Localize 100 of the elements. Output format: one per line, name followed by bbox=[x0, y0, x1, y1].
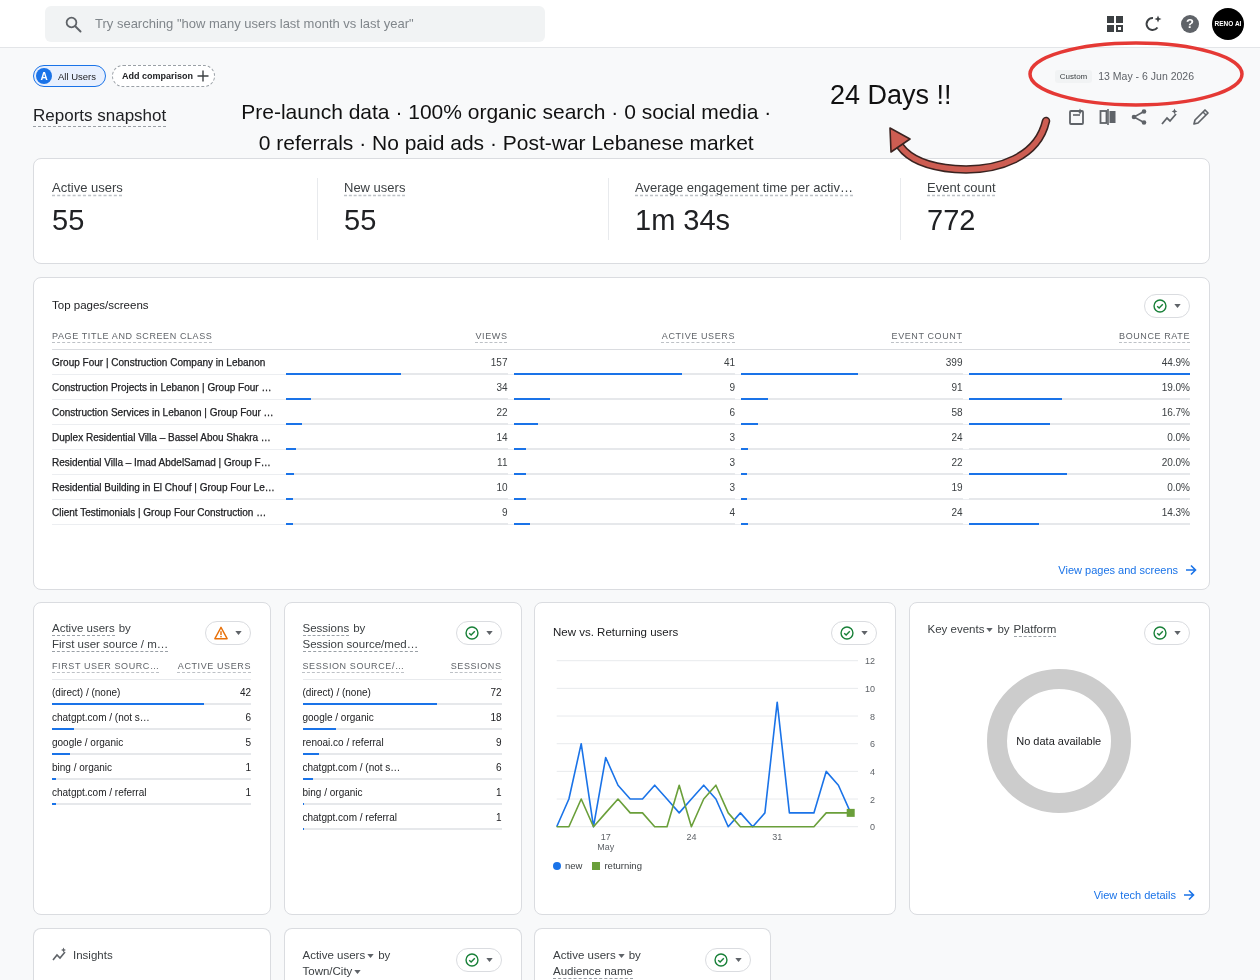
caret-icon bbox=[986, 627, 994, 632]
trend-sparkle-icon bbox=[52, 947, 68, 963]
date-range-button[interactable]: 13 May - 6 Jun 2026 bbox=[1098, 70, 1194, 82]
table-cell: 1 bbox=[245, 762, 251, 774]
table-cell: 42 bbox=[239, 687, 251, 699]
view-pages-link[interactable]: View pages and screens bbox=[1058, 563, 1197, 577]
title-connector: by bbox=[353, 621, 366, 635]
add-comparison-button[interactable]: Add comparison bbox=[112, 65, 216, 87]
caret-icon bbox=[1174, 631, 1181, 635]
column-header[interactable]: SESSIONS bbox=[450, 661, 502, 679]
card-title: Insights bbox=[73, 949, 113, 961]
report-icon[interactable] bbox=[1068, 108, 1086, 126]
axis-tick-label: 2 bbox=[870, 794, 875, 805]
table-cell: google / organic bbox=[52, 737, 124, 749]
table-cell: 1 bbox=[495, 812, 502, 824]
compare-icon[interactable] bbox=[1099, 108, 1117, 126]
table-cell-text: 0.0% bbox=[1167, 481, 1190, 494]
metric-dropdown[interactable]: Key events bbox=[927, 622, 994, 637]
caret-icon bbox=[617, 953, 625, 958]
title-connector: by bbox=[628, 948, 641, 962]
table-cell-text: 24 bbox=[951, 506, 963, 519]
metric-value: 55 bbox=[344, 203, 377, 237]
metric-label: Sessions bbox=[302, 621, 350, 636]
arrow-right-icon bbox=[1183, 889, 1195, 901]
column-header[interactable]: VIEWS bbox=[475, 331, 508, 342]
table-cell-text: 0.0% bbox=[1167, 431, 1190, 444]
column-header[interactable]: BOUNCE RATE bbox=[1119, 331, 1190, 342]
status-chip[interactable] bbox=[1144, 294, 1190, 318]
status-chip[interactable] bbox=[705, 948, 751, 972]
table-cell-text: Client Testimonials | Group Four Construction … bbox=[52, 506, 267, 519]
table-cell-text: Construction Services in Lebanon | Group Four … bbox=[52, 406, 274, 419]
square-marker-icon bbox=[846, 808, 855, 817]
table-cell-text: 24 bbox=[951, 431, 963, 444]
title-connector: by bbox=[378, 948, 391, 962]
card-title: Top pages/screens bbox=[52, 298, 149, 313]
status-chip[interactable] bbox=[1144, 621, 1190, 645]
segment-chip[interactable]: A All Users bbox=[33, 65, 106, 87]
table-cell-text: 14 bbox=[496, 431, 508, 444]
table-cell-text: 22 bbox=[496, 406, 508, 419]
empty-state-text: No data available bbox=[1016, 735, 1102, 747]
caret-icon bbox=[861, 631, 868, 635]
caret-icon bbox=[367, 953, 375, 958]
column-header[interactable]: SESSION SOURCE/… bbox=[302, 661, 405, 679]
table-cell-text: 19 bbox=[951, 481, 963, 494]
table-cell: chatgpt.com / referral bbox=[52, 787, 147, 799]
table-cell-text: 9 bbox=[501, 506, 508, 519]
axis-tick-label: 31 bbox=[772, 832, 783, 842]
status-chip[interactable] bbox=[455, 621, 502, 645]
table-cell: 9 bbox=[495, 737, 502, 749]
column-header[interactable]: ACTIVE USERS bbox=[661, 331, 735, 342]
help-button[interactable]: ? bbox=[1181, 14, 1199, 33]
metric-dropdown[interactable]: Active users bbox=[302, 948, 375, 963]
title-connector: by bbox=[118, 621, 131, 635]
table-cell-text: 44.9% bbox=[1161, 356, 1190, 369]
table-cell: 6 bbox=[495, 762, 502, 774]
dimension-dropdown[interactable]: Town/City bbox=[302, 964, 362, 979]
table-cell: bing / organic bbox=[52, 762, 113, 774]
table-cell-text: Duplex Residential Villa – Bassel Abou Shakra … bbox=[52, 431, 271, 444]
table-cell-text: 16.7% bbox=[1161, 406, 1190, 419]
search-field[interactable]: Try searching "how many users last month vs last year" bbox=[45, 5, 545, 42]
dimension-label: First user source / m… bbox=[52, 637, 169, 652]
caret-icon bbox=[485, 631, 493, 635]
table-cell-text: 19.0% bbox=[1161, 381, 1190, 394]
trend-sparkle-icon[interactable] bbox=[1161, 108, 1179, 126]
table-cell: 72 bbox=[490, 687, 502, 699]
table-cell: (direct) / (none) bbox=[302, 687, 371, 699]
table-cell-text: 9 bbox=[729, 381, 735, 394]
view-tech-link[interactable]: View tech details bbox=[1093, 888, 1195, 902]
table-cell-text: 20.0% bbox=[1161, 456, 1190, 469]
metric-dropdown[interactable]: Active users bbox=[553, 948, 625, 963]
table-cell: chatgpt.com / (not s… bbox=[52, 712, 150, 724]
status-chip[interactable] bbox=[455, 948, 502, 972]
column-header[interactable]: EVENT COUNT bbox=[891, 331, 963, 342]
column-header[interactable]: ACTIVE USERS bbox=[177, 661, 251, 679]
metric-label: New users bbox=[344, 180, 406, 195]
caret-icon bbox=[735, 958, 742, 962]
callout-text: 24 Days !! bbox=[830, 80, 952, 111]
sparkle-icon[interactable] bbox=[1144, 14, 1162, 33]
table-cell-text: Residential Villa – Imad AbdelSamad | Group F… bbox=[52, 456, 271, 469]
status-chip[interactable] bbox=[831, 621, 877, 645]
column-header[interactable]: FIRST USER SOURC… bbox=[52, 661, 160, 679]
axis-tick-label: 24 bbox=[686, 832, 697, 842]
column-header[interactable]: PAGE TITLE AND SCREEN CLASS bbox=[52, 331, 280, 342]
table-cell-text: 11 bbox=[497, 456, 508, 469]
page-title: Reports snapshot bbox=[33, 106, 167, 126]
table-cell: 5 bbox=[245, 737, 251, 749]
pencil-icon[interactable] bbox=[1192, 108, 1210, 126]
grid-icon[interactable] bbox=[1106, 14, 1124, 33]
axis-tick-label: 17 May bbox=[597, 832, 615, 852]
table-cell: chatgpt.com / (not s… bbox=[302, 762, 401, 774]
search-icon bbox=[64, 14, 82, 33]
table-cell-text: Group Four | Construction Company in Lebanon bbox=[52, 356, 266, 369]
table-cell-text: 4 bbox=[729, 506, 735, 519]
status-chip[interactable] bbox=[205, 621, 251, 645]
metric-label: Active users bbox=[52, 621, 115, 636]
annotation-text: Pre-launch data · 100% organic search · 0 social media · 0 referrals · No paid ads · Post-war Lebanese market bbox=[240, 99, 773, 156]
dimension-label: Session source/med… bbox=[302, 637, 419, 652]
axis-tick-label: 6 bbox=[870, 739, 875, 750]
card-title: New vs. Returning users bbox=[553, 625, 679, 640]
share-icon[interactable] bbox=[1130, 108, 1148, 126]
